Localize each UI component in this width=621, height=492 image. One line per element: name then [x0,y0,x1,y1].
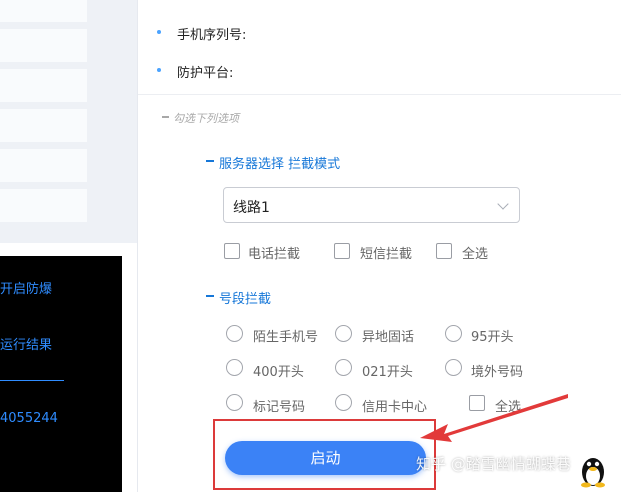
sms-intercept-checkbox[interactable] [334,243,350,259]
section-dash-icon [206,160,214,162]
sidebar-row[interactable] [0,0,87,22]
console-line: 开启防爆 [0,282,53,297]
radio-overseas-number[interactable] [445,359,462,376]
sidebar-row[interactable] [0,189,87,222]
chevron-down-icon [497,198,509,210]
panel-divider [137,0,138,492]
hint-dash-icon [162,116,169,118]
console-line: 4055244 [0,411,58,426]
server-section-title: 服务器选择 拦截模式 [219,157,341,172]
radio-tagged-number[interactable] [226,394,243,411]
bullet-icon [157,68,161,72]
radio-label: 异地固话 [362,330,415,345]
radio-label: 境外号码 [471,365,524,380]
console-panel: 开启防爆 运行结果 4055244 [0,256,122,492]
radio-stranger-mobile[interactable] [226,325,243,342]
platform-label: 防护平台: [177,66,234,81]
checkbox-label: 全选 [462,247,489,262]
radio-400-prefix[interactable] [226,359,243,376]
bullet-icon [157,30,161,34]
penguin-logo-icon [581,458,605,488]
left-gap [0,243,137,256]
radio-label: 标记号码 [253,400,306,415]
sidebar-row[interactable] [0,69,87,102]
radio-label: 95开头 [471,330,514,345]
annotation-arrow-icon [420,394,568,442]
checkbox-label: 短信拦截 [360,247,413,262]
route-select[interactable]: 线路1 [223,187,520,223]
section-divider [138,94,621,95]
radio-021-prefix[interactable] [335,359,352,376]
console-separator [0,380,64,381]
route-select-value: 线路1 [233,200,270,216]
console-line: 运行结果 [0,338,53,353]
section-dash-icon [206,295,214,297]
checkbox-label: 电话拦截 [248,247,301,262]
watermark: 知乎 @踏雪幽情蝴蝶巷 [416,455,571,473]
options-hint: 勾选下列选项 [173,112,239,125]
radio-label: 陌生手机号 [253,330,319,345]
select-all-checkbox[interactable] [436,243,452,259]
radio-95-prefix[interactable] [445,325,462,342]
call-intercept-checkbox[interactable] [224,243,240,259]
radio-label: 021开头 [362,365,413,380]
radio-credit-card-center[interactable] [335,394,352,411]
highlight-box [213,419,436,490]
number-section-title: 号段拦截 [219,292,272,307]
sidebar-row[interactable] [0,149,87,182]
left-sidebar-list [0,0,137,243]
radio-label: 400开头 [253,365,304,380]
sidebar-row[interactable] [0,109,87,142]
radio-remote-landline[interactable] [335,325,352,342]
sidebar-row[interactable] [0,29,87,62]
serial-number-label: 手机序列号: [177,28,247,43]
